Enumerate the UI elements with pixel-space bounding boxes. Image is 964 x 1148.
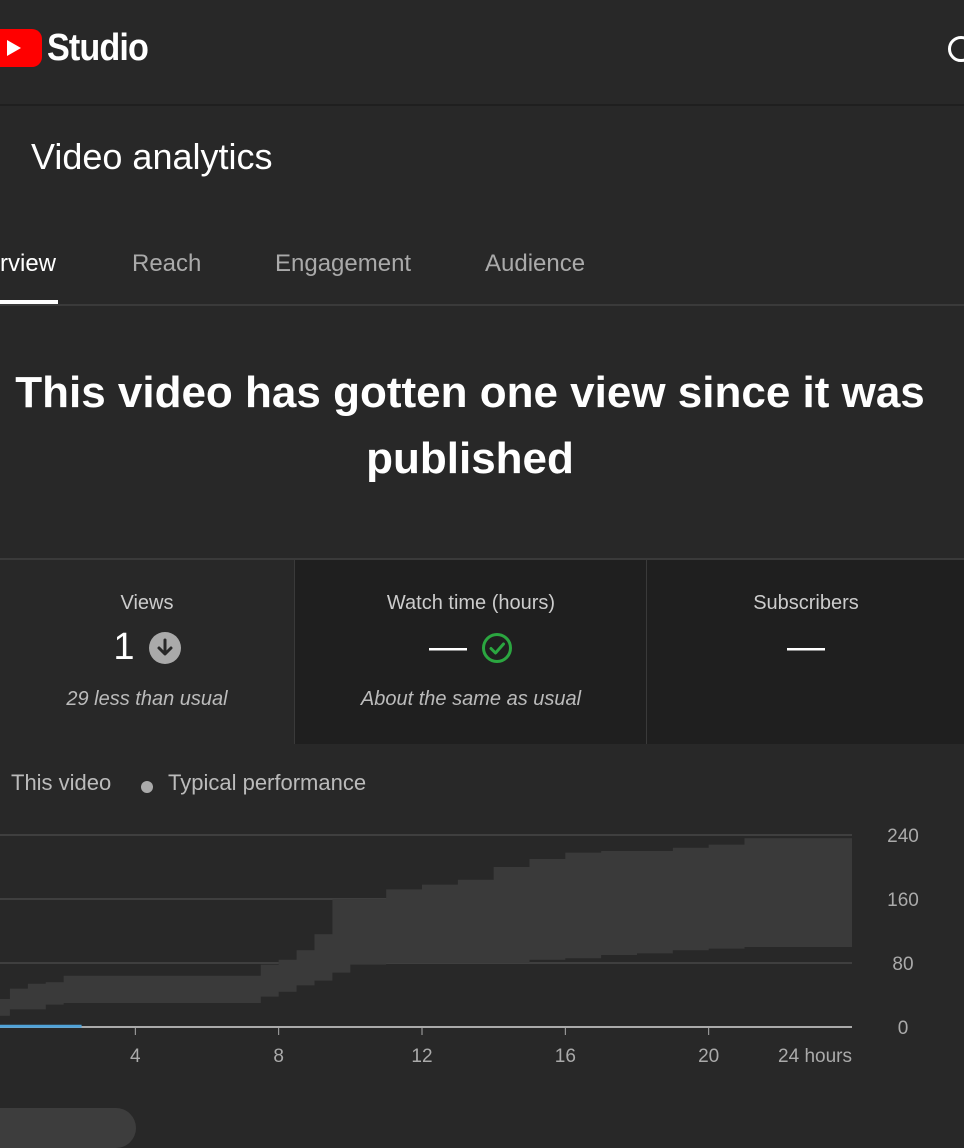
tab-overview[interactable]: rview <box>0 250 56 278</box>
stat-label: Views <box>120 592 174 614</box>
stat-value: — <box>787 626 825 668</box>
key-metrics: Views 1 29 less than usual Watch time (h… <box>0 558 964 744</box>
stat-label: Watch time (hours) <box>386 592 556 614</box>
stat-note: 29 less than usual <box>66 688 228 710</box>
tab-audience[interactable]: Audience <box>485 250 585 278</box>
stat-value: 1 <box>113 626 135 668</box>
views-chart: 4 8 12 16 20 24 hours 240 160 80 0 <box>0 826 919 1067</box>
legend-typical-performance: Typical performance <box>168 770 367 795</box>
more-button[interactable] <box>0 1108 136 1148</box>
search-icon[interactable] <box>948 36 964 62</box>
x-tick-label: 4 <box>130 1046 141 1067</box>
studio-logo[interactable]: Studio <box>0 26 159 69</box>
tab-reach[interactable]: Reach <box>132 250 201 278</box>
legend-this-video: This video <box>11 770 112 795</box>
tab-engagement[interactable]: Engagement <box>275 250 411 278</box>
stat-value-row: — <box>647 626 964 669</box>
y-tick-label: 80 <box>892 954 913 975</box>
stat-watch-time[interactable]: Watch time (hours) — About the same as u… <box>294 560 647 744</box>
x-tick-label: 12 <box>411 1046 432 1067</box>
arrow-down-icon <box>148 631 181 664</box>
stat-value-row: 1 <box>0 626 294 669</box>
x-tick-label: 8 <box>273 1046 284 1067</box>
logo-text: Studio <box>47 26 149 69</box>
stat-note: About the same as usual <box>360 688 582 710</box>
top-bar: Studio <box>0 0 964 106</box>
y-tick-label: 240 <box>887 826 919 847</box>
youtube-play-logo-icon <box>0 29 42 67</box>
typical-performance-band <box>0 838 852 1016</box>
stat-value: — <box>429 626 467 668</box>
y-tick-label: 0 <box>898 1018 909 1039</box>
check-circle-icon <box>482 632 512 663</box>
legend-dot-icon <box>141 781 153 793</box>
page-title: Video analytics <box>31 136 273 177</box>
stat-views[interactable]: Views 1 29 less than usual <box>0 560 294 744</box>
stat-subscribers[interactable]: Subscribers — <box>646 560 964 744</box>
stat-label: Subscribers <box>753 592 859 614</box>
x-tick-label: 16 <box>555 1046 576 1067</box>
headline: This video has gotten one view since it … <box>15 368 925 483</box>
x-tick-label: 24 hours <box>778 1046 852 1067</box>
x-tick-label: 20 <box>698 1046 719 1067</box>
analytics-tabs: rview Reach Engagement Audience <box>0 226 964 306</box>
y-tick-label: 160 <box>887 890 919 911</box>
active-tab-indicator <box>0 300 58 304</box>
stat-value-row: — <box>295 626 647 669</box>
